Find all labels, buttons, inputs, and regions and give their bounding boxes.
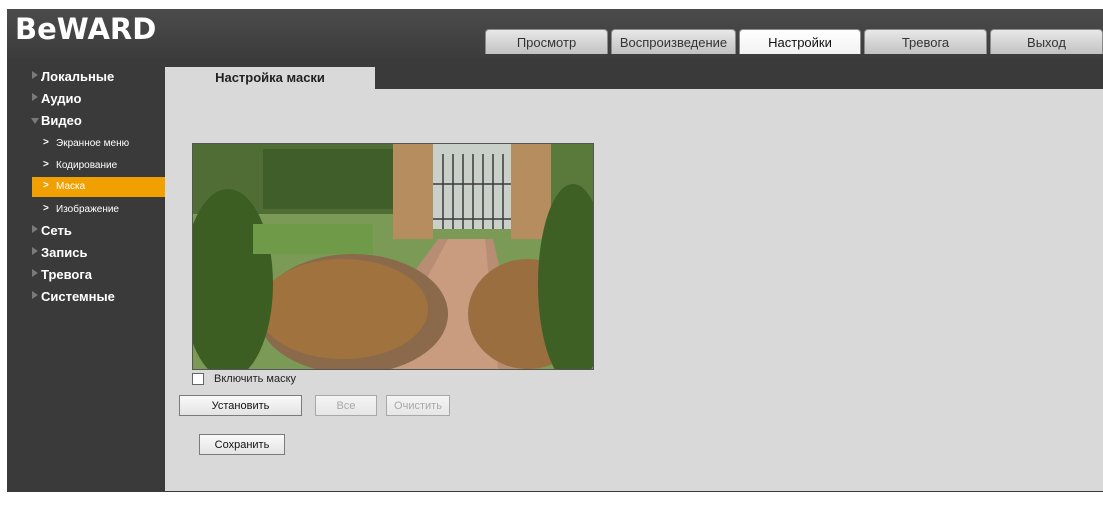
- sidebar-subitem-image[interactable]: > Изображение: [7, 200, 165, 220]
- tab-view[interactable]: Просмотр: [485, 29, 608, 54]
- sidebar-subitem-encoding[interactable]: > Кодирование: [7, 156, 165, 176]
- collapsed-arrow-icon: [32, 93, 38, 101]
- tab-playback[interactable]: Воспроизведение: [611, 29, 736, 54]
- collapsed-arrow-icon: [32, 71, 38, 79]
- collapsed-arrow-icon: [32, 247, 38, 255]
- clear-button[interactable]: Очистить: [386, 395, 450, 416]
- tab-alarm[interactable]: Тревога: [864, 29, 987, 54]
- enable-mask-row: Включить маску: [192, 373, 297, 386]
- sidebar-subitem-label: Экранное меню: [56, 138, 130, 149]
- sidebar-item-record[interactable]: Запись: [7, 243, 165, 263]
- logo: BeWARD: [15, 12, 157, 46]
- sidebar-item-label: Системные: [41, 289, 115, 304]
- sidebar-item-network[interactable]: Сеть: [7, 221, 165, 241]
- app-frame: BeWARD Просмотр Воспроизведение Настройк…: [7, 9, 1103, 492]
- save-button[interactable]: Сохранить: [199, 434, 285, 455]
- collapsed-arrow-icon: [32, 269, 38, 277]
- sidebar-item-alarm[interactable]: Тревога: [7, 265, 165, 285]
- sidebar-subitem-label: Кодирование: [56, 160, 118, 171]
- collapsed-arrow-icon: [32, 291, 38, 299]
- mask-settings-panel: Включить маску Установить Все Очистить С…: [165, 89, 1103, 491]
- chevron-right-icon: >: [43, 203, 49, 214]
- sidebar-item-label: Видео: [41, 113, 82, 128]
- enable-mask-checkbox[interactable]: [192, 373, 204, 386]
- content-tab-strip: Настройка маски: [165, 67, 1103, 89]
- sidebar-item-label: Сеть: [41, 223, 72, 238]
- sidebar: Локальные Аудио Видео > Экранное меню > …: [7, 59, 165, 492]
- section-tab-mask-settings[interactable]: Настройка маски: [165, 67, 375, 89]
- sidebar-subitem-osd[interactable]: > Экранное меню: [7, 134, 165, 154]
- tab-settings[interactable]: Настройки: [739, 29, 861, 54]
- camera-image: [193, 144, 593, 369]
- sidebar-item-system[interactable]: Системные: [7, 287, 165, 307]
- set-button[interactable]: Установить: [179, 395, 302, 416]
- tab-logout[interactable]: Выход: [990, 29, 1103, 54]
- sidebar-item-label: Запись: [41, 245, 88, 260]
- sidebar-subitem-mask[interactable]: > Маска: [32, 177, 165, 197]
- collapsed-arrow-icon: [32, 225, 38, 233]
- select-all-button[interactable]: Все: [315, 395, 377, 416]
- sidebar-subitem-label: Маска: [56, 181, 86, 192]
- chevron-right-icon: >: [43, 180, 49, 191]
- sidebar-subitem-label: Изображение: [56, 204, 119, 215]
- sidebar-item-label: Тревога: [41, 267, 93, 282]
- video-preview[interactable]: [192, 143, 594, 370]
- header: BeWARD Просмотр Воспроизведение Настройк…: [7, 9, 1103, 59]
- chevron-right-icon: >: [43, 159, 49, 170]
- sidebar-item-label: Локальные: [41, 69, 115, 84]
- sidebar-item-video[interactable]: Видео: [7, 111, 165, 131]
- sidebar-item-audio[interactable]: Аудио: [7, 89, 165, 109]
- sidebar-item-local[interactable]: Локальные: [7, 67, 165, 87]
- chevron-right-icon: >: [43, 137, 49, 148]
- sidebar-item-label: Аудио: [41, 91, 82, 106]
- enable-mask-label: Включить маску: [214, 373, 297, 385]
- expanded-arrow-icon: [31, 118, 39, 124]
